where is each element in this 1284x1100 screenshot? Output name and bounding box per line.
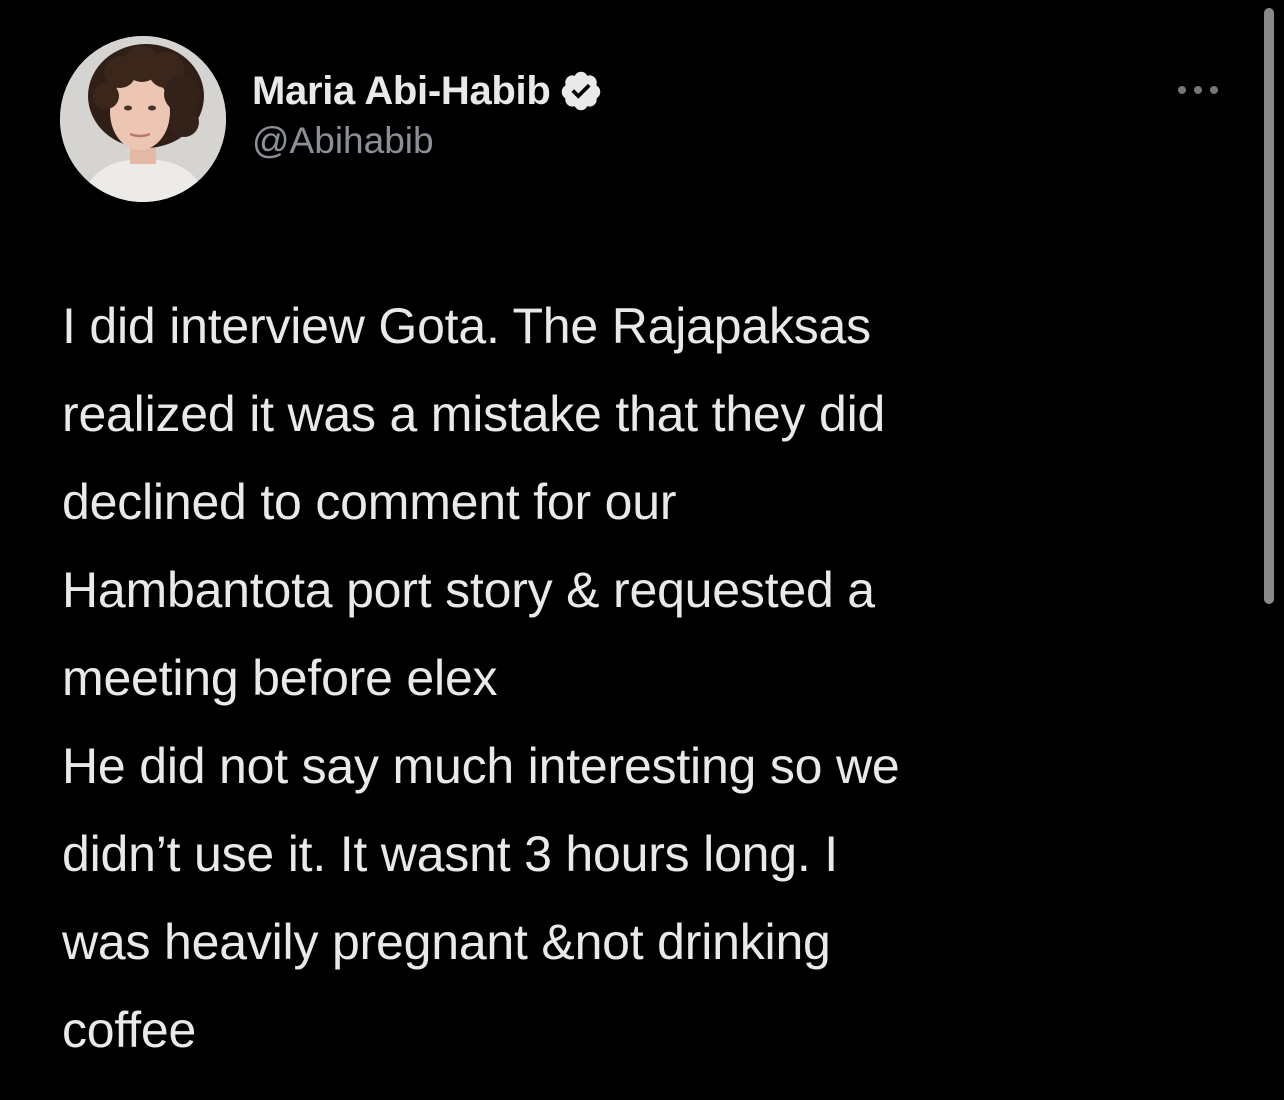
author-info: Maria Abi-Habib @Abihabib — [252, 64, 603, 162]
author-handle[interactable]: @Abihabib — [252, 120, 603, 162]
tweet-card: Maria Abi-Habib @Abihabib I did intervie… — [0, 0, 1284, 1100]
verified-badge-icon — [559, 69, 603, 113]
more-options-button[interactable] — [1168, 70, 1228, 110]
avatar-photo-icon — [60, 36, 226, 202]
author-name-row: Maria Abi-Habib — [252, 64, 603, 118]
author-avatar[interactable] — [60, 36, 226, 202]
author-display-name[interactable]: Maria Abi-Habib — [252, 69, 551, 114]
scrollbar[interactable] — [1264, 8, 1274, 604]
tweet-text: I did interview Gota. The Rajapaksas rea… — [62, 298, 900, 1058]
more-options-icon — [1178, 86, 1218, 94]
